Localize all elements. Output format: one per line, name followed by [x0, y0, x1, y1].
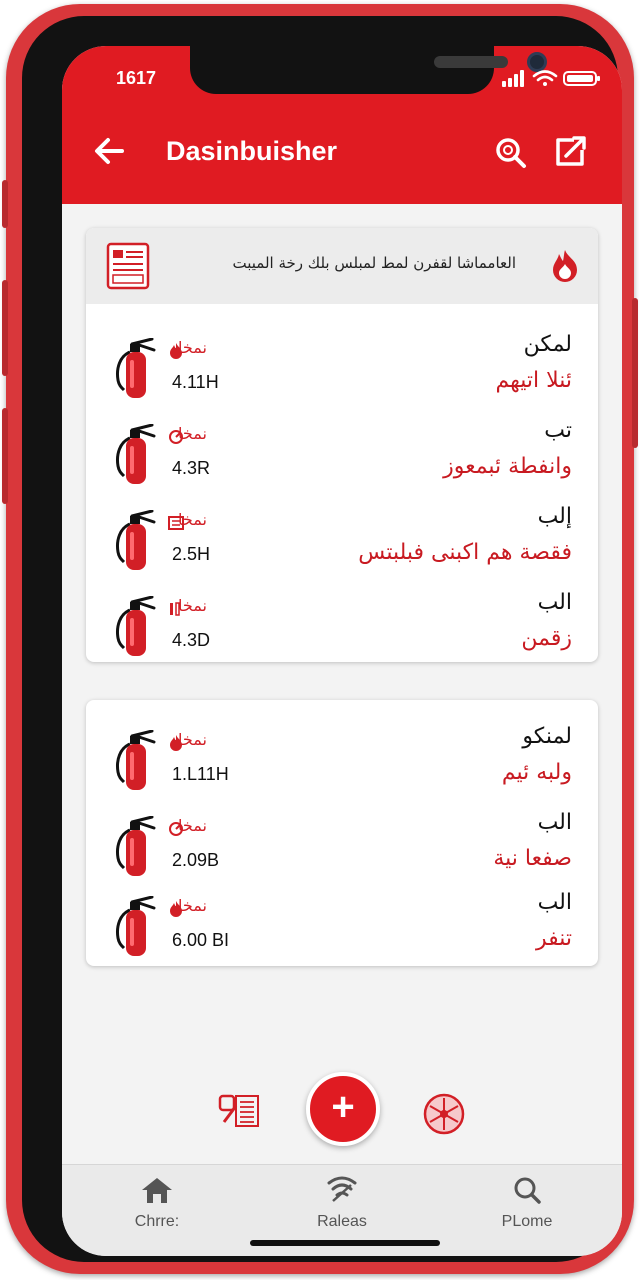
nav-label: Raleas [317, 1213, 367, 1230]
item-heading: إلب [537, 504, 572, 529]
item-subtitle: ئنلا اتيهم [495, 368, 572, 393]
fire-icon [553, 250, 577, 282]
add-button[interactable]: + [306, 1072, 380, 1146]
list-item[interactable]: نمخا 2.5H إلب فقصة هم اكبنى فبلبتس [86, 504, 598, 596]
search-icon[interactable] [494, 136, 528, 170]
item-subtitle: فقصة هم اكبنى فبلبتس [358, 540, 572, 565]
item-code: نمخا [178, 424, 207, 443]
signal-icon [327, 1176, 357, 1202]
document-icon [106, 242, 150, 290]
home-icon [142, 1178, 172, 1203]
item-value: 4.11H [172, 372, 219, 392]
fire-extinguisher-icon [116, 896, 156, 956]
battery-icon [563, 71, 600, 86]
fan-icon[interactable] [422, 1092, 466, 1136]
nav-item-releases[interactable]: Raleas [287, 1175, 397, 1231]
search-icon [514, 1177, 541, 1204]
extinguisher-card-2: نمخا 1.L11H لمنكو ولبه ئيم نمخا 2.09B ال… [86, 700, 598, 966]
list-item[interactable]: نمخا 4.3R تب وانفطة ئبمعوز [86, 418, 598, 510]
item-heading: الب [537, 890, 572, 915]
phone-frame: 1617 Dasinbuisher العامماشا لقفرن لمط لم… [2, 4, 638, 1274]
fire-extinguisher-icon [116, 816, 156, 876]
item-code: نمخا [178, 338, 207, 357]
item-code: نمخا [178, 510, 207, 529]
extinguisher-card-1: العامماشا لقفرن لمط لمبلس بلك رخة الميبت [86, 228, 598, 662]
report-scan-icon[interactable] [218, 1092, 260, 1130]
item-code: نمخا [178, 596, 207, 615]
fire-extinguisher-icon [116, 596, 156, 656]
notch [190, 46, 547, 94]
earpiece-speaker [434, 56, 508, 68]
item-value: 4.3R [172, 458, 211, 478]
item-code: نمخا [178, 896, 207, 915]
list-item[interactable]: نمخا 4.11H لمكن ئنلا اتيهم [86, 332, 598, 424]
item-subtitle: زقمن [521, 626, 572, 651]
item-heading: تب [544, 418, 572, 443]
wifi-icon [532, 70, 558, 86]
volume-down-button [2, 408, 8, 504]
item-heading: لمكن [523, 332, 572, 357]
list-item[interactable]: نمخا 1.L11H لمنكو ولبه ئيم [86, 724, 598, 816]
phone-bezel: 1617 Dasinbuisher العامماشا لقفرن لمط لم… [22, 16, 622, 1262]
list-item[interactable]: نمخا 4.3D الب زقمن [86, 590, 598, 682]
screen: 1617 Dasinbuisher العامماشا لقفرن لمط لم… [62, 46, 622, 1256]
status-icons [502, 70, 600, 87]
list-item[interactable]: نمخا 6.00 BI الب تنفر [86, 890, 598, 982]
fire-extinguisher-icon [116, 510, 156, 570]
item-code: نمخا [178, 816, 207, 835]
signal-bars-icon [502, 70, 524, 87]
fire-extinguisher-icon [116, 730, 156, 790]
share-icon[interactable] [552, 132, 590, 170]
nav-item-search[interactable]: PLome [472, 1175, 582, 1231]
item-heading: الب [537, 590, 572, 615]
status-time: 1617 [116, 68, 157, 88]
card-header: العامماشا لقفرن لمط لمبلس بلك رخة الميبت [86, 228, 598, 304]
mute-switch [2, 180, 8, 228]
item-subtitle: وانفطة ئبمعوز [443, 454, 572, 479]
card-header-text: العامماشا لقفرن لمط لمبلس بلك رخة الميبت [232, 254, 516, 272]
home-indicator[interactable] [250, 1240, 440, 1246]
page-title: Dasinbuisher [166, 136, 338, 166]
app-bar: 1617 Dasinbuisher [62, 46, 622, 204]
item-value: 2.5H [172, 544, 211, 564]
item-value: 1.L11H [172, 764, 229, 784]
item-value: 4.3D [172, 630, 211, 650]
fire-extinguisher-icon [116, 338, 156, 398]
nav-label: Chrre: [134, 1213, 180, 1230]
item-heading: الب [537, 810, 572, 835]
list-item[interactable]: نمخا 2.09B الب صفعا نية [86, 810, 598, 902]
volume-up-button [2, 280, 8, 376]
nav-item-home[interactable]: Chrre: [102, 1175, 212, 1231]
item-value: 2.09B [172, 850, 220, 870]
power-button [632, 298, 638, 448]
back-arrow-icon[interactable] [92, 134, 126, 168]
fire-extinguisher-icon [116, 424, 156, 484]
item-subtitle: ولبه ئيم [501, 760, 572, 785]
item-code: نمخا [178, 730, 207, 749]
item-value: 6.00 BI [172, 930, 230, 950]
item-heading: لمنكو [522, 724, 572, 749]
nav-label: PLome [501, 1213, 553, 1230]
item-subtitle: صفعا نية [493, 846, 572, 871]
item-subtitle: تنفر [535, 926, 572, 951]
